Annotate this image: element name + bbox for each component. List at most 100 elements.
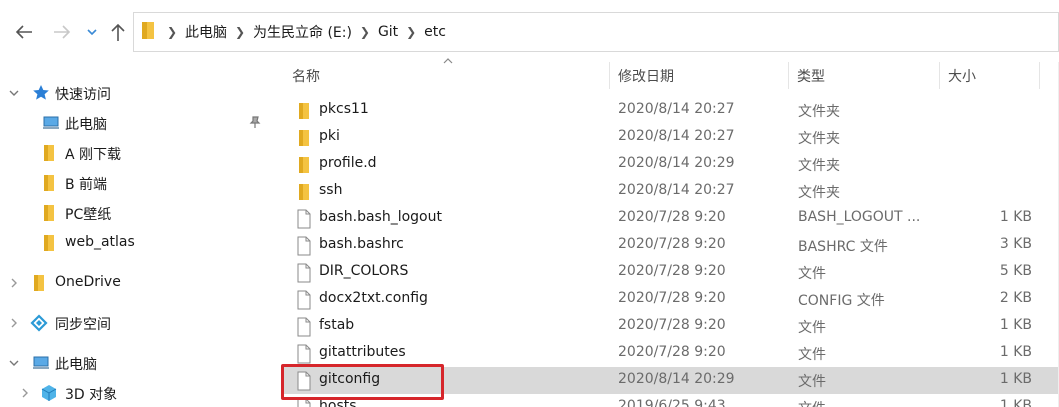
file-name: ssh [319, 182, 343, 198]
sidebar-item-onedrive[interactable]: OneDrive [0, 268, 272, 298]
forward-arrow-icon [54, 25, 71, 39]
file-row[interactable]: pki 2020/8/14 20:27 文件夹 [282, 124, 1059, 151]
folder-icon [140, 20, 156, 44]
back-button[interactable] [12, 20, 36, 44]
sidebar-item-this-pc[interactable]: 此电脑 [0, 348, 272, 378]
file-date: 2020/7/28 9:20 [618, 317, 726, 333]
file-icon [295, 344, 313, 364]
column-divider[interactable] [1039, 62, 1040, 89]
sidebar-item-web-atlas[interactable]: web_atlas [0, 228, 272, 258]
file-date: 2020/7/28 9:20 [618, 209, 726, 225]
file-size: 1 KB [999, 209, 1032, 225]
file-name: bash.bashrc [319, 236, 404, 252]
column-header: 名称 修改日期 类型 大小 [272, 58, 1059, 89]
chevron-down-icon[interactable] [7, 86, 21, 100]
column-divider[interactable] [939, 62, 940, 89]
chevron-right-icon[interactable] [7, 316, 21, 330]
file-row[interactable]: bash.bashrc 2020/7/28 9:20 BASHRC 文件 3 KB [282, 232, 1059, 259]
recent-locations-button[interactable] [80, 20, 104, 44]
chevron-right-icon: ❯ [359, 25, 370, 39]
file-size: 3 KB [999, 236, 1032, 252]
file-icon [295, 317, 313, 337]
file-type: 文件 [798, 347, 826, 363]
chevron-right-icon[interactable] [18, 386, 32, 400]
chevron-right-icon[interactable] [7, 276, 21, 290]
file-date: 2020/7/28 9:20 [618, 290, 726, 306]
file-name: pkcs11 [319, 101, 369, 117]
file-row[interactable]: gitattributes 2020/7/28 9:20 文件 1 KB [282, 340, 1059, 367]
forward-button[interactable] [50, 20, 74, 44]
file-type: 文件 [798, 398, 826, 407]
sidebar-item-3d-objects[interactable]: 3D 对象 [0, 378, 272, 407]
column-type[interactable]: 类型 [797, 66, 825, 86]
star-icon [33, 85, 49, 100]
file-size: 5 KB [999, 263, 1032, 279]
column-size[interactable]: 大小 [948, 66, 976, 86]
sidebar-item-wallpapers[interactable]: PC壁纸 [0, 198, 272, 228]
column-divider[interactable] [609, 62, 610, 89]
file-list: pkcs11 2020/8/14 20:27 文件夹 pki 2020/8/14 20:… [272, 97, 1059, 407]
file-row[interactable]: bash.bash_logout 2020/7/28 9:20 BASH_LOGOU… [282, 205, 1059, 232]
file-date: 2020/7/28 9:20 [618, 263, 726, 279]
folder-icon [295, 182, 313, 202]
chevron-right-icon: ❯ [406, 25, 417, 39]
breadcrumb-item[interactable]: ❯ etc [401, 24, 449, 40]
file-type: 文件 [798, 374, 826, 390]
file-type: 文件夹 [798, 158, 840, 174]
sidebar-item-this-pc-pinned[interactable]: 此电脑 [0, 108, 272, 138]
file-size: 1 KB [999, 344, 1032, 360]
file-date: 2020/8/14 20:29 [618, 155, 735, 171]
file-type: 文件 [798, 266, 826, 282]
chevron-down-icon[interactable] [7, 356, 21, 370]
file-date: 2020/7/28 9:20 [618, 344, 726, 360]
file-name: DIR_COLORS [319, 263, 409, 279]
column-name[interactable]: 名称 [292, 66, 320, 86]
file-type: 文件夹 [798, 185, 840, 201]
file-row[interactable]: pkcs11 2020/8/14 20:27 文件夹 [282, 97, 1059, 124]
breadcrumb-item[interactable]: ❯ 此电脑 [162, 22, 230, 42]
file-size: 1 KB [999, 398, 1032, 407]
pin-icon[interactable] [248, 115, 262, 129]
column-date[interactable]: 修改日期 [618, 66, 674, 86]
sidebar-item-downloads[interactable]: A 刚下载 [0, 138, 272, 168]
back-arrow-icon [15, 25, 32, 39]
file-size: 1 KB [999, 317, 1032, 333]
up-arrow-icon [111, 23, 125, 41]
sync-icon [30, 314, 48, 332]
file-row[interactable]: docx2txt.config 2020/7/28 9:20 CONFIG 文件 2 … [282, 286, 1059, 313]
file-name: docx2txt.config [319, 290, 428, 306]
file-name: profile.d [319, 155, 377, 171]
address-bar[interactable]: ❯ 此电脑 ❯ 为生民立命 (E:) ❯ Git ❯ etc [133, 12, 1059, 52]
file-date: 2020/8/14 20:27 [618, 182, 735, 198]
file-date: 2019/6/25 9:43 [618, 398, 726, 407]
chevron-right-icon: ❯ [166, 25, 178, 39]
file-row[interactable]: ssh 2020/8/14 20:27 文件夹 [282, 178, 1059, 205]
folder-icon [44, 175, 54, 191]
file-type: BASHRC 文件 [798, 239, 888, 255]
file-date: 2020/8/14 20:27 [618, 128, 735, 144]
file-row[interactable]: DIR_COLORS 2020/7/28 9:20 文件 5 KB [282, 259, 1059, 286]
up-button[interactable] [106, 20, 130, 44]
file-type: BASH_LOGOUT ... [798, 209, 921, 225]
breadcrumb-item[interactable]: ❯ 为生民立命 (E:) [230, 22, 355, 42]
breadcrumb-item[interactable]: ❯ Git [355, 24, 401, 40]
file-row[interactable]: profile.d 2020/8/14 20:29 文件夹 [282, 151, 1059, 178]
sidebar-item-frontend[interactable]: B 前端 [0, 168, 272, 198]
file-icon [295, 263, 313, 283]
file-type: 文件夹 [798, 131, 840, 147]
file-name: bash.bash_logout [319, 209, 442, 225]
sidebar-item-quick-access[interactable]: 快速访问 [0, 78, 272, 108]
folder-icon [295, 101, 313, 121]
folder-icon [44, 145, 54, 161]
file-date: 2020/8/14 20:27 [618, 101, 735, 117]
sidebar-item-sync-space[interactable]: 同步空间 [0, 308, 272, 338]
folder-icon [44, 235, 54, 251]
column-divider[interactable] [788, 62, 789, 89]
folder-icon [295, 128, 313, 148]
file-type: 文件 [798, 320, 826, 336]
file-row[interactable]: fstab 2020/7/28 9:20 文件 1 KB [282, 313, 1059, 340]
cube-icon [41, 385, 57, 401]
folder-icon [44, 205, 54, 221]
file-name: fstab [319, 317, 355, 333]
computer-icon [43, 116, 59, 129]
